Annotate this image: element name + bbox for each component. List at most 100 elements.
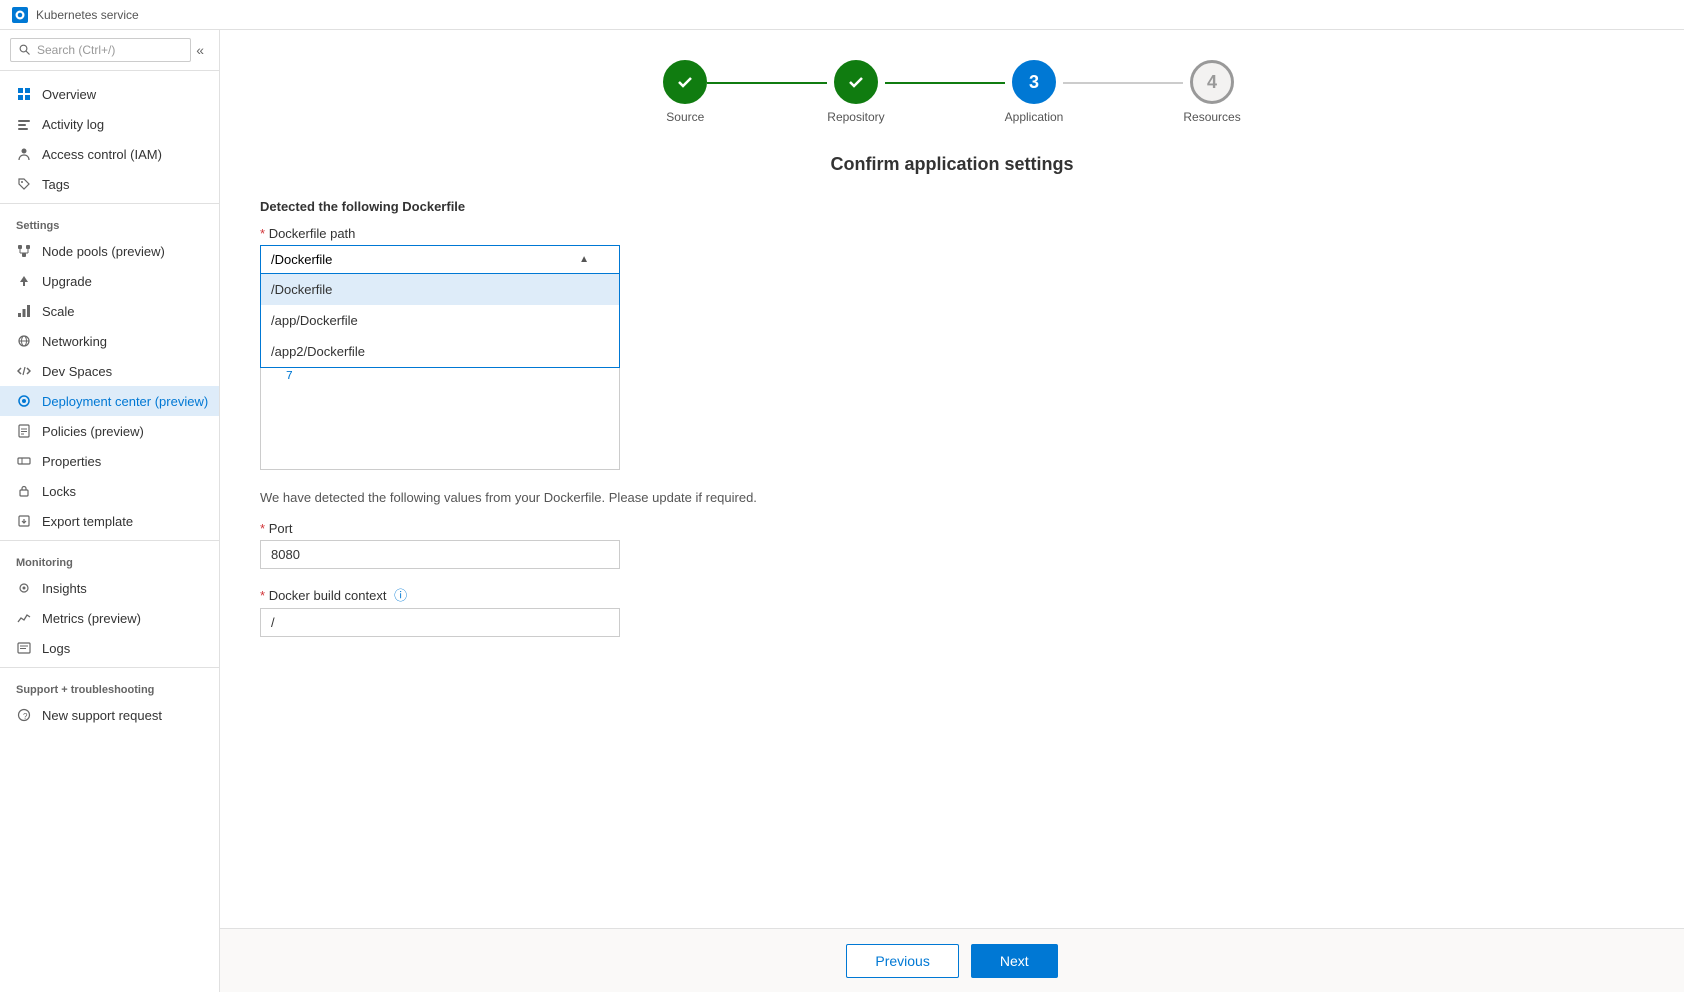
policies-icon bbox=[16, 423, 32, 439]
node-pools-icon bbox=[16, 243, 32, 259]
previous-button[interactable]: Previous bbox=[846, 944, 958, 978]
sidebar-item-activity-log[interactable]: Activity log bbox=[0, 109, 219, 139]
layout: Search (Ctrl+/) « Overview Activity log bbox=[0, 30, 1684, 992]
sidebar-item-networking[interactable]: Networking bbox=[0, 326, 219, 356]
dockerfile-path-group: * Dockerfile path ▲ /Dockerfile /app/Doc… bbox=[260, 226, 1644, 274]
sidebar-item-label: Activity log bbox=[42, 117, 104, 132]
docker-build-context-label: * Docker build context ⓘ bbox=[260, 585, 1644, 604]
dockerfile-path-dropdown: ▲ /Dockerfile /app/Dockerfile /app2/Dock… bbox=[260, 245, 620, 274]
export-icon bbox=[16, 513, 32, 529]
sidebar-header: Search (Ctrl+/) « bbox=[0, 30, 219, 71]
step-repository: Repository bbox=[827, 60, 884, 124]
docker-build-label-text: Docker build context bbox=[269, 588, 387, 603]
dockerfile-dropdown-menu: /Dockerfile /app/Dockerfile /app2/Docker… bbox=[260, 274, 620, 368]
sidebar-item-label: Export template bbox=[42, 514, 133, 529]
search-placeholder: Search (Ctrl+/) bbox=[37, 43, 115, 57]
search-icon bbox=[19, 44, 31, 56]
chevron-up-icon: ▲ bbox=[579, 254, 589, 265]
docker-build-info-icon[interactable]: ⓘ bbox=[394, 588, 407, 603]
top-bar: Kubernetes service bbox=[0, 0, 1684, 30]
properties-icon bbox=[16, 453, 32, 469]
dropdown-option-app2-dockerfile[interactable]: /app2/Dockerfile bbox=[261, 336, 619, 367]
docker-build-context-group: * Docker build context ⓘ bbox=[260, 585, 1644, 637]
sidebar-item-label: Properties bbox=[42, 454, 101, 469]
step-circle-source bbox=[663, 60, 707, 104]
sidebar-item-insights[interactable]: Insights bbox=[0, 573, 219, 603]
sidebar-item-label: Locks bbox=[42, 484, 76, 499]
sidebar-item-overview[interactable]: Overview bbox=[0, 79, 219, 109]
metrics-icon bbox=[16, 610, 32, 626]
step-circle-repository bbox=[834, 60, 878, 104]
activity-log-icon bbox=[16, 116, 32, 132]
sidebar-item-logs[interactable]: Logs bbox=[0, 633, 219, 663]
sidebar-item-label: Access control (IAM) bbox=[42, 147, 162, 162]
step-number-application: 3 bbox=[1029, 72, 1039, 93]
footer: Previous Next bbox=[220, 928, 1684, 992]
sidebar-item-label: Scale bbox=[42, 304, 75, 319]
sidebar-item-new-support[interactable]: ? New support request bbox=[0, 700, 219, 730]
dev-spaces-icon bbox=[16, 363, 32, 379]
sidebar-item-properties[interactable]: Properties bbox=[0, 446, 219, 476]
stepper: Source Repository 3 Application bbox=[260, 60, 1644, 124]
locks-icon bbox=[16, 483, 32, 499]
sidebar-item-export-template[interactable]: Export template bbox=[0, 506, 219, 536]
insights-icon bbox=[16, 580, 32, 596]
sidebar-item-metrics[interactable]: Metrics (preview) bbox=[0, 603, 219, 633]
sidebar-item-node-pools[interactable]: Node pools (preview) bbox=[0, 236, 219, 266]
sidebar-item-label: Tags bbox=[42, 177, 69, 192]
sidebar-item-scale[interactable]: Scale bbox=[0, 296, 219, 326]
upgrade-icon bbox=[16, 273, 32, 289]
sidebar-item-policies[interactable]: Policies (preview) bbox=[0, 416, 219, 446]
section-title: Detected the following Dockerfile bbox=[260, 199, 1644, 214]
port-required: * bbox=[260, 521, 265, 536]
overview-icon bbox=[16, 86, 32, 102]
settings-section-title: Settings bbox=[0, 208, 219, 236]
step-line-1 bbox=[707, 82, 827, 84]
step-circle-application: 3 bbox=[1012, 60, 1056, 104]
search-box[interactable]: Search (Ctrl+/) bbox=[10, 38, 191, 62]
dockerfile-path-text-input[interactable] bbox=[271, 252, 579, 267]
monitoring-section-title: Monitoring bbox=[0, 545, 219, 573]
sidebar-item-dev-spaces[interactable]: Dev Spaces bbox=[0, 356, 219, 386]
sidebar-navigation: Overview Activity log Access control (IA… bbox=[0, 71, 219, 992]
sidebar-item-upgrade[interactable]: Upgrade bbox=[0, 266, 219, 296]
logs-icon bbox=[16, 640, 32, 656]
dockerfile-path-label: * Dockerfile path bbox=[260, 226, 1644, 241]
next-button[interactable]: Next bbox=[971, 944, 1058, 978]
code-line-7: 7 bbox=[269, 369, 611, 383]
service-icon bbox=[12, 7, 28, 23]
page-title: Confirm application settings bbox=[260, 154, 1644, 175]
sidebar-item-iam[interactable]: Access control (IAM) bbox=[0, 139, 219, 169]
step-label-source: Source bbox=[666, 110, 704, 124]
dropdown-option-dockerfile[interactable]: /Dockerfile bbox=[261, 274, 619, 305]
port-input[interactable] bbox=[260, 540, 620, 569]
step-resources: 4 Resources bbox=[1183, 60, 1240, 124]
sidebar-item-label: Metrics (preview) bbox=[42, 611, 141, 626]
sidebar-item-label: Upgrade bbox=[42, 274, 92, 289]
divider bbox=[0, 667, 219, 668]
step-label-application: Application bbox=[1005, 110, 1064, 124]
dropdown-option-app-dockerfile[interactable]: /app/Dockerfile bbox=[261, 305, 619, 336]
sidebar-item-label: Node pools (preview) bbox=[42, 244, 165, 259]
dockerfile-path-label-text: Dockerfile path bbox=[269, 226, 356, 241]
sidebar-item-label: Dev Spaces bbox=[42, 364, 112, 379]
collapse-button[interactable]: « bbox=[191, 41, 209, 59]
tags-icon bbox=[16, 176, 32, 192]
step-label-resources: Resources bbox=[1183, 110, 1240, 124]
docker-build-context-input[interactable] bbox=[260, 608, 620, 637]
sidebar-item-label: Overview bbox=[42, 87, 96, 102]
port-label: * Port bbox=[260, 521, 1644, 536]
info-text: We have detected the following values fr… bbox=[260, 490, 1644, 505]
sidebar-item-label: Networking bbox=[42, 334, 107, 349]
sidebar-item-tags[interactable]: Tags bbox=[0, 169, 219, 199]
sidebar-item-label: Logs bbox=[42, 641, 70, 656]
sidebar-item-label: Deployment center (preview) bbox=[42, 394, 208, 409]
sidebar-item-deployment-center[interactable]: Deployment center (preview) bbox=[0, 386, 219, 416]
support-section-title: Support + troubleshooting bbox=[0, 672, 219, 700]
support-icon: ? bbox=[16, 707, 32, 723]
main-content: Source Repository 3 Application bbox=[220, 30, 1684, 928]
sidebar-item-locks[interactable]: Locks bbox=[0, 476, 219, 506]
sidebar-item-label: Insights bbox=[42, 581, 87, 596]
dockerfile-path-input[interactable]: ▲ bbox=[260, 245, 620, 274]
port-label-text: Port bbox=[269, 521, 293, 536]
